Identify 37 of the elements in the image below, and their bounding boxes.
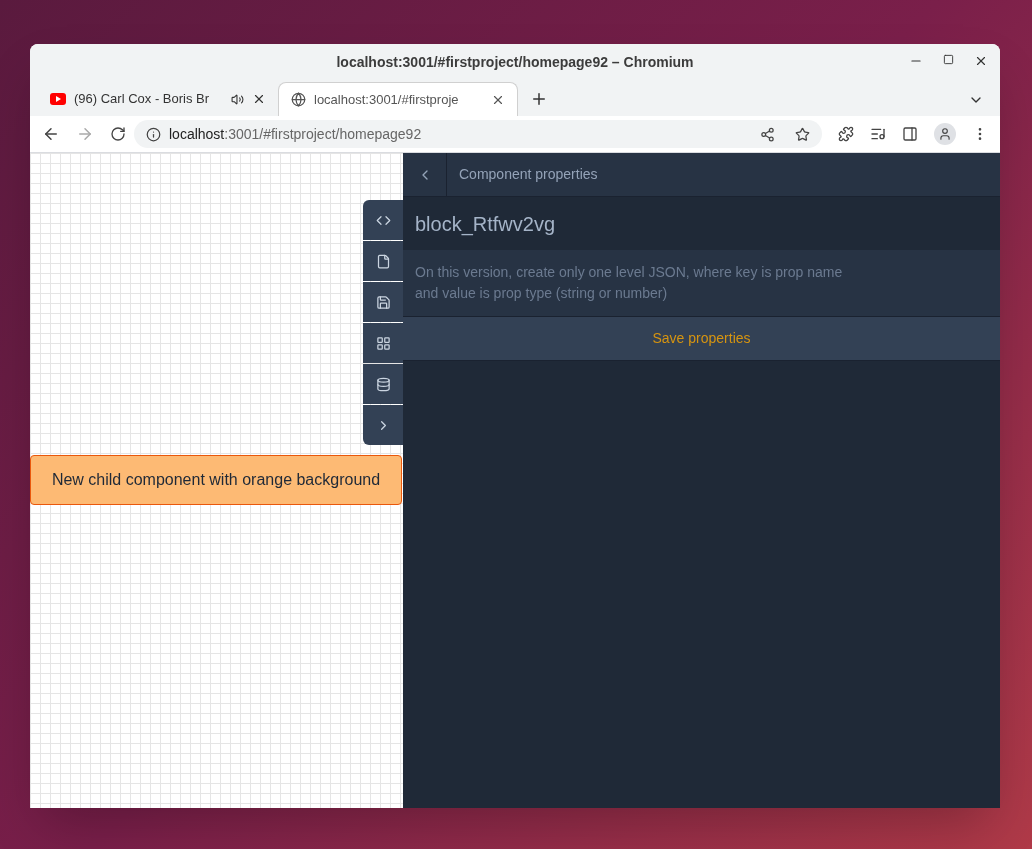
save-properties-button[interactable]: Save properties [403, 316, 1000, 361]
side-panel-icon[interactable] [902, 126, 918, 142]
grid-icon [375, 335, 391, 351]
reload-icon[interactable] [110, 126, 126, 142]
database-icon [375, 376, 391, 392]
speaker-icon [231, 92, 244, 106]
browser-tab[interactable]: localhost:3001/#firstproje [278, 82, 518, 116]
toolbar-button[interactable] [363, 241, 403, 281]
share-icon[interactable] [760, 126, 775, 142]
window-title: localhost:3001/#firstproject/homepage92 – Chromium [336, 52, 694, 72]
new-tab-icon[interactable] [530, 90, 548, 108]
address-bar[interactable]: localhost:3001/#firstproject/homepage92 [134, 120, 822, 148]
toolbar-button[interactable] [363, 364, 403, 404]
url-path: :3001/#firstproject/homepage92 [224, 124, 422, 144]
globe-icon [291, 92, 306, 107]
toolbar-button[interactable] [363, 323, 403, 363]
url-host: localhost [169, 124, 225, 144]
toolbar-button[interactable] [363, 282, 403, 322]
component-block[interactable]: New child component with orange background [30, 455, 402, 505]
back-icon[interactable] [42, 125, 60, 143]
panel-title: Component properties [459, 165, 598, 184]
tab-title: localhost:3001/#firstproje [314, 90, 460, 109]
maximize-icon[interactable] [943, 54, 954, 65]
save-icon [375, 294, 391, 310]
star-icon[interactable] [795, 126, 810, 142]
video-icon [50, 93, 66, 105]
toolbar-button[interactable] [363, 200, 403, 240]
media-icon[interactable] [870, 126, 886, 142]
close-icon[interactable] [252, 92, 266, 106]
browser-tab[interactable]: (96) Carl Cox - Boris Br [38, 82, 278, 116]
profile-avatar[interactable] [934, 123, 956, 145]
file-icon [375, 253, 391, 269]
tab-title: (96) Carl Cox - Boris Br [74, 90, 211, 109]
extensions-icon[interactable] [838, 126, 854, 142]
hint-text: On this version, create only one level JSON, where key is prop name and value is prop type (string or number) [403, 250, 1000, 316]
close-icon[interactable] [974, 54, 988, 68]
info-icon[interactable] [146, 126, 161, 142]
